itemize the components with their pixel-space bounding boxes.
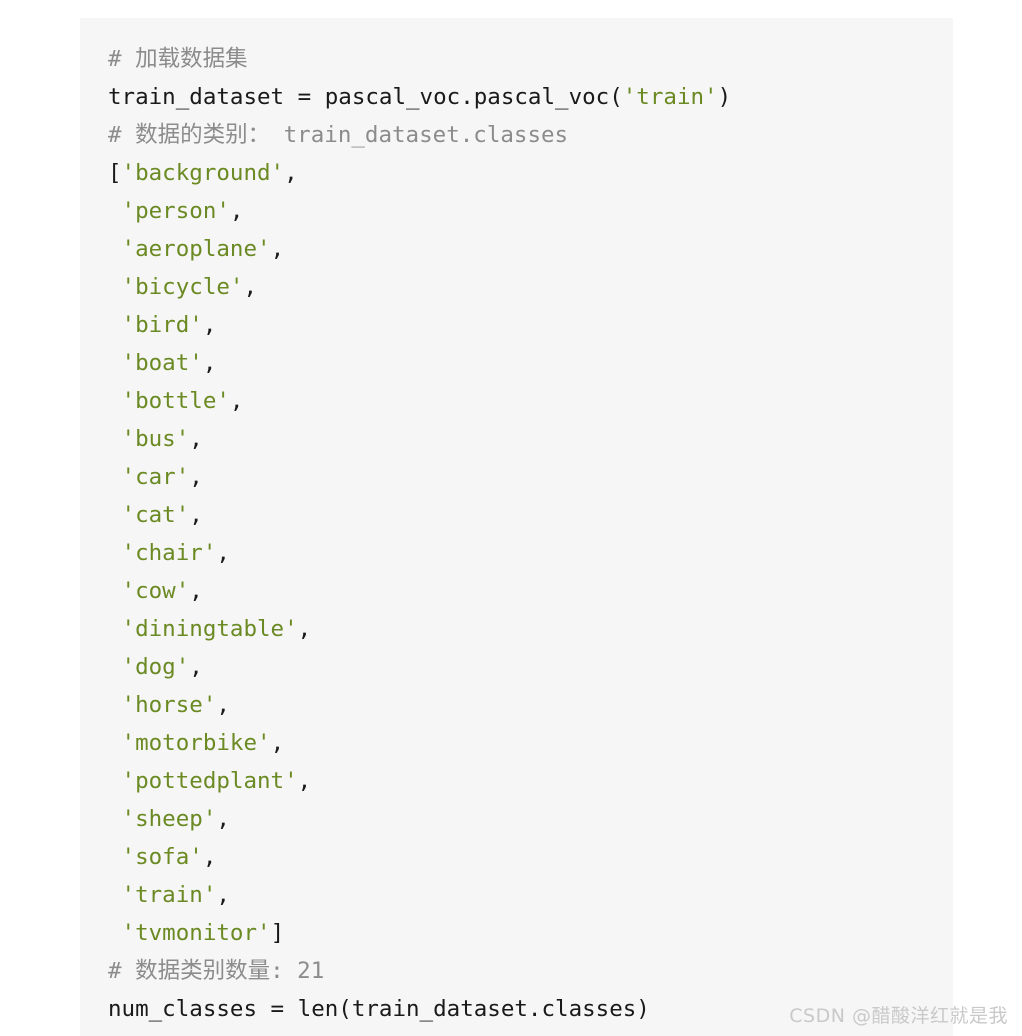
code-block[interactable]: # 加载数据集 train_dataset = pascal_voc.pascal… (80, 18, 953, 1036)
code-token-string: 'sheep' (121, 806, 217, 832)
code-line: 'person', (108, 192, 953, 230)
code-token-string: 'cow' (121, 578, 190, 604)
code-token-string: 'bicycle' (121, 274, 244, 300)
code-token-plain: , (202, 312, 217, 338)
code-token-plain: , (216, 806, 230, 832)
code-line: 'cat', (108, 496, 953, 534)
code-line: 'sofa', (108, 838, 953, 876)
code-token-string: 'boat' (121, 350, 203, 376)
code-line: 'diningtable', (108, 610, 953, 648)
code-line: 'bird', (108, 306, 953, 344)
code-token-string: 'chair' (121, 540, 217, 566)
code-token-string: 'sofa' (121, 844, 203, 870)
code-line: 'dog', (108, 648, 953, 686)
code-token-plain: , (297, 616, 312, 642)
code-token-string: 'bottle' (121, 388, 230, 414)
code-token-string: 'horse' (121, 692, 217, 718)
code-token-string: 'tvmonitor' (121, 920, 271, 946)
code-line: ['background', (108, 154, 953, 192)
code-token-string: 'bus' (121, 426, 190, 452)
code-token-plain: , (270, 730, 285, 756)
code-token-comment: # 数据的类别： train_dataset.classes (108, 122, 569, 148)
code-token-plain: , (189, 464, 203, 490)
code-token-plain: [ (108, 160, 122, 186)
code-token-string: 'dog' (121, 654, 190, 680)
code-token-string: 'person' (121, 198, 230, 224)
code-token-plain: , (243, 274, 258, 300)
code-token-plain: , (270, 236, 285, 262)
code-line: 'bus', (108, 420, 953, 458)
code-token-plain: , (202, 350, 217, 376)
code-line: 'horse', (108, 686, 953, 724)
code-line: 'bicycle', (108, 268, 953, 306)
code-token-string: 'car' (121, 464, 190, 490)
code-token-plain: , (216, 692, 230, 718)
code-token-string: 'bird' (121, 312, 203, 338)
code-token-plain: , (216, 540, 230, 566)
code-token-plain: , (229, 388, 244, 414)
code-token-string: 'aeroplane' (121, 236, 271, 262)
code-line: 'tvmonitor'] (108, 914, 953, 952)
code-token-string: 'cat' (121, 502, 190, 528)
code-token-comment: # 加载数据集 (108, 46, 248, 72)
code-line: 'train', (108, 876, 953, 914)
code-token-plain: , (189, 502, 203, 528)
code-token-plain: , (189, 654, 203, 680)
code-token-plain: , (284, 160, 298, 186)
code-token-string: 'diningtable' (121, 616, 298, 642)
code-line: 'chair', (108, 534, 953, 572)
code-token-plain: train_dataset = pascal_voc.pascal_voc( (108, 84, 623, 110)
code-token-string: 'motorbike' (121, 730, 271, 756)
code-token-string: 'background' (121, 160, 285, 186)
code-lines-container: # 加载数据集 train_dataset = pascal_voc.pascal… (108, 40, 953, 1028)
page-canvas: # 加载数据集 train_dataset = pascal_voc.pascal… (0, 0, 1022, 1036)
code-token-plain: , (189, 578, 203, 604)
code-token-plain: ) (717, 84, 732, 110)
code-line: 'pottedplant', (108, 762, 953, 800)
code-token-string: 'train' (622, 84, 718, 110)
code-line: 'aeroplane', (108, 230, 953, 268)
code-token-plain: , (202, 844, 217, 870)
code-line: num_classes = len(train_dataset.classes) (108, 990, 953, 1028)
code-line: 'car', (108, 458, 953, 496)
code-token-plain: , (189, 426, 203, 452)
code-line: # 数据类别数量: 21 (108, 952, 953, 990)
code-line: 'cow', (108, 572, 953, 610)
code-token-plain: , (297, 768, 312, 794)
code-line: 'motorbike', (108, 724, 953, 762)
code-line: # 数据的类别： train_dataset.classes (108, 116, 953, 154)
code-line: train_dataset = pascal_voc.pascal_voc('t… (108, 78, 953, 116)
code-token-plain: ] (270, 920, 285, 946)
code-token-string: 'train' (121, 882, 217, 908)
code-token-string: 'pottedplant' (121, 768, 298, 794)
code-line: 'boat', (108, 344, 953, 382)
code-token-plain: , (229, 198, 244, 224)
code-token-plain: , (216, 882, 230, 908)
code-token-plain: num_classes = len(train_dataset.classes) (108, 996, 650, 1022)
code-line: 'bottle', (108, 382, 953, 420)
code-line: # 加载数据集 (108, 40, 953, 78)
code-token-comment: # 数据类别数量: 21 (108, 958, 325, 984)
code-line: 'sheep', (108, 800, 953, 838)
